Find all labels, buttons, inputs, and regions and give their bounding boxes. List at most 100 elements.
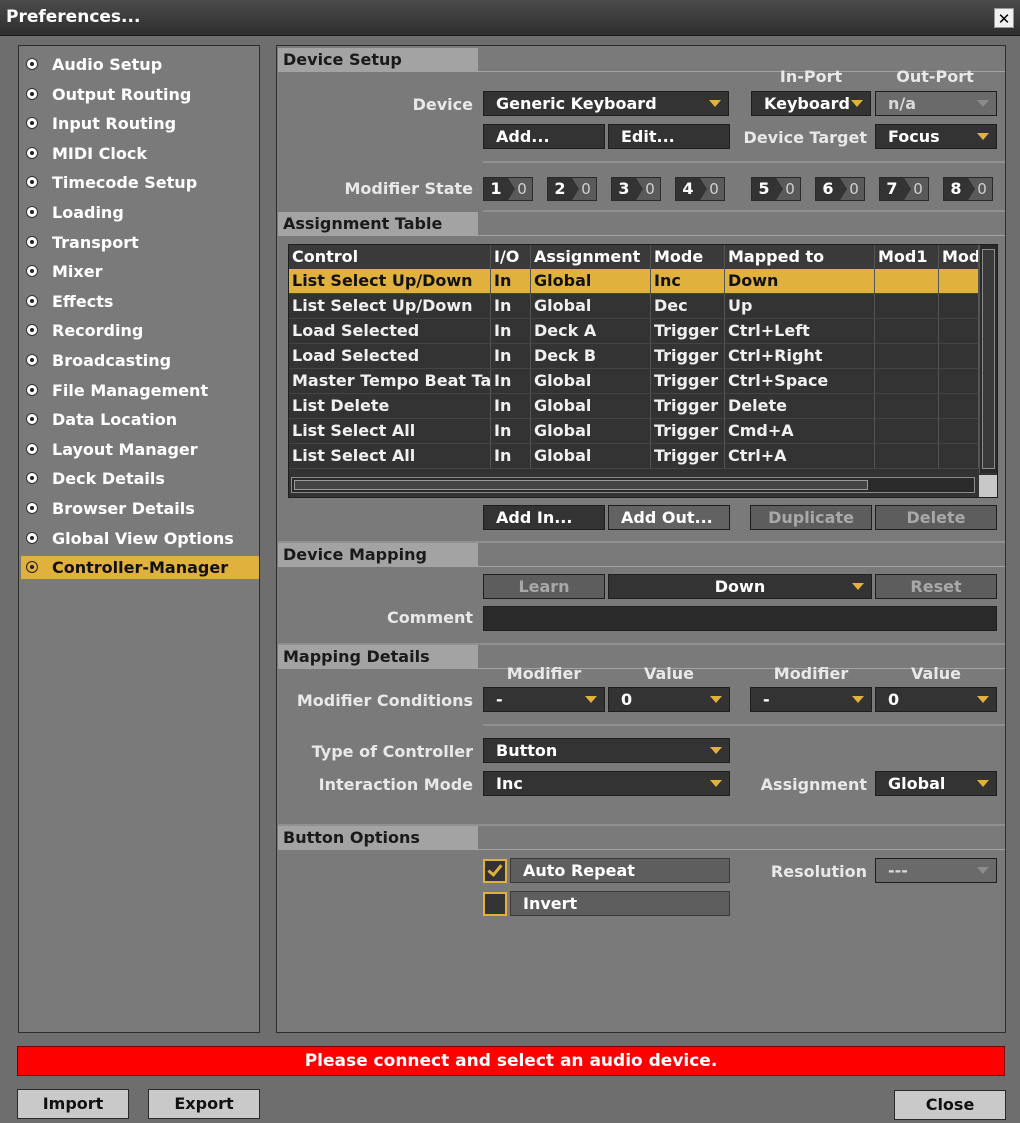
close-button[interactable]: Close [894,1090,1006,1120]
sidebar-item-midi-clock[interactable]: MIDI Clock [21,142,259,165]
sidebar-item-recording[interactable]: Recording [21,319,259,342]
sidebar-item-effects[interactable]: Effects [21,290,259,313]
delete-button[interactable]: Delete [875,505,997,530]
table-row[interactable]: List Select Up/Down In Global Inc Down [289,269,979,294]
assignment-table-header: Assignment Table [278,212,478,236]
modifier-1-dropdown[interactable]: - [483,687,605,712]
modifier-value: 0 [785,180,795,198]
sidebar-item-transport[interactable]: Transport [21,231,259,254]
device-dropdown[interactable]: Generic Keyboard [483,91,729,116]
divider [483,724,1005,726]
device-target-label: Device Target [743,128,867,147]
radio-bullet-icon [26,265,38,278]
table-row[interactable]: List Delete In Global Trigger Delete [289,394,979,419]
column-header-mod2[interactable]: Mod2 [939,245,979,269]
column-header-i-o[interactable]: I/O [491,245,531,269]
scroll-thumb[interactable] [982,249,995,469]
table-row[interactable]: Master Tempo Beat Tap In Global Trigger Ctrl… [289,369,979,394]
chevron-down-icon [977,867,989,874]
sidebar-item-loading[interactable]: Loading [21,201,259,224]
invert-label[interactable]: Invert [510,891,730,916]
out-port-label: Out-Port [896,67,974,86]
import-button[interactable]: Import [17,1089,129,1119]
comment-input[interactable] [483,606,997,631]
mapped-to-dropdown[interactable]: Down [608,574,872,599]
sidebar-item-deck-details[interactable]: Deck Details [21,467,259,490]
add-in-button[interactable]: Add In... [483,505,605,530]
sidebar-item-file-management[interactable]: File Management [21,379,259,402]
modifier-number: 6 [816,178,847,200]
modifier-4-state: 40 [675,177,725,201]
column-header-assignment[interactable]: Assignment [531,245,651,269]
modifier-2-dropdown[interactable]: - [750,687,872,712]
table-row[interactable]: List Select All In Global Trigger Cmd+A [289,419,979,444]
auto-repeat-checkbox[interactable] [483,859,507,883]
sidebar-item-layout-manager[interactable]: Layout Manager [21,438,259,461]
controller-manager-panel: Device Setup In-Port Out-Port Device Gen… [276,45,1006,1033]
table-row[interactable]: List Select All In Global Trigger Ctrl+A [289,444,979,469]
sidebar-item-label: Deck Details [52,469,165,489]
resolution-dropdown[interactable]: --- [875,858,997,883]
reset-button[interactable]: Reset [875,574,997,599]
scroll-thumb[interactable] [294,480,868,490]
column-header-control[interactable]: Control [289,245,491,269]
sidebar-item-controller-manager[interactable]: Controller-Manager [21,556,259,580]
close-window-icon[interactable]: ✕ [994,8,1014,28]
modifier-3-state: 30 [611,177,661,201]
column-header-mod1[interactable]: Mod1 [875,245,939,269]
sidebar-item-timecode-setup[interactable]: Timecode Setup [21,171,259,194]
sidebar-item-data-location[interactable]: Data Location [21,408,259,431]
value-1-dropdown[interactable]: 0 [608,687,730,712]
type-of-controller-dropdown[interactable]: Button [483,738,730,763]
sidebar-item-global-view-options[interactable]: Global View Options [21,527,259,550]
title-bar: Preferences... ✕ [0,0,1020,36]
table-cell: Deck A [531,319,651,344]
sidebar-item-output-routing[interactable]: Output Routing [21,83,259,106]
out-port-dropdown[interactable]: n/a [875,91,997,116]
sidebar-item-label: Global View Options [52,528,234,548]
edit-device-button[interactable]: Edit... [608,124,730,149]
sidebar-item-broadcasting[interactable]: Broadcasting [21,349,259,372]
modifier-column-label-2: Modifier [773,664,849,683]
table-row[interactable]: Load Selected In Deck B Trigger Ctrl+Right [289,344,979,369]
sidebar-item-label: Transport [52,232,139,252]
table-cell [939,319,979,344]
duplicate-button[interactable]: Duplicate [750,505,872,530]
invert-checkbox[interactable] [483,892,507,916]
table-row[interactable]: Load Selected In Deck A Trigger Ctrl+Left [289,319,979,344]
type-of-controller-label: Type of Controller [311,742,473,761]
radio-bullet-icon [26,58,38,70]
column-header-mode[interactable]: Mode [651,245,725,269]
modifier-number: 7 [880,178,911,200]
table-cell: Trigger [651,369,725,394]
sidebar-item-input-routing[interactable]: Input Routing [21,112,259,135]
modifier-number: 1 [484,178,515,200]
table-cell: Load Selected [289,344,491,369]
sidebar-item-audio-setup[interactable]: Audio Setup [21,53,259,76]
add-out-button[interactable]: Add Out... [608,505,730,530]
table-cell: In [491,394,531,419]
table-cell: Global [531,444,651,469]
device-mapping-header: Device Mapping [278,543,478,567]
device-target-dropdown[interactable]: Focus [875,124,997,149]
table-cell: Global [531,294,651,319]
modifier-8-state: 80 [943,177,993,201]
vertical-scrollbar[interactable] [979,245,997,473]
column-header-mapped-to[interactable]: Mapped to [725,245,875,269]
in-port-dropdown[interactable]: Keyboard [751,91,871,116]
interaction-mode-dropdown[interactable]: Inc [483,771,730,796]
learn-button[interactable]: Learn [483,574,605,599]
sidebar-item-mixer[interactable]: Mixer [21,260,259,283]
modifier-value: 0 [581,180,591,198]
table-row[interactable]: List Select Up/Down In Global Dec Up [289,294,979,319]
auto-repeat-label[interactable]: Auto Repeat [510,858,730,883]
table-cell: Ctrl+A [725,444,875,469]
add-device-button[interactable]: Add... [483,124,605,149]
table-cell: Inc [651,269,725,294]
table-cell: In [491,344,531,369]
sidebar-item-browser-details[interactable]: Browser Details [21,497,259,520]
export-button[interactable]: Export [148,1089,260,1119]
horizontal-scrollbar[interactable] [291,477,975,493]
assignment-dropdown[interactable]: Global [875,771,997,796]
value-2-dropdown[interactable]: 0 [875,687,997,712]
